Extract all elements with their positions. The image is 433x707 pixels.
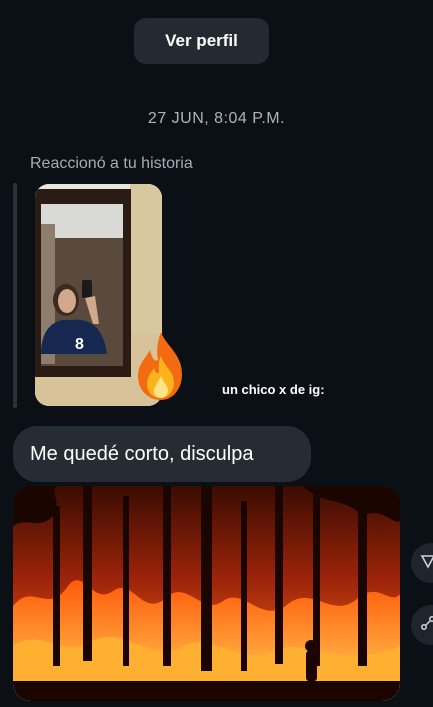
view-profile-button[interactable]: Ver perfil [134, 18, 269, 64]
story-reply-label: Reaccionó a tu historia [30, 155, 193, 172]
message-bubble[interactable]: Me quedé corto, disculpa [13, 426, 311, 482]
share-button[interactable] [411, 605, 433, 645]
fire-icon [130, 330, 192, 402]
message-timestamp: 27 JUN, 8:04 P.M. [147, 110, 286, 127]
reply-indicator-bar [13, 183, 17, 408]
jersey-number: 8 [75, 336, 84, 353]
forest-fire-image[interactable] [13, 486, 400, 701]
reply-icon [420, 553, 433, 574]
share-icon [420, 615, 433, 636]
reply-button[interactable] [411, 543, 433, 583]
story-overlay-text: un chico x de ig: [222, 382, 325, 397]
message-text: Me quedé corto, disculpa [30, 442, 254, 465]
